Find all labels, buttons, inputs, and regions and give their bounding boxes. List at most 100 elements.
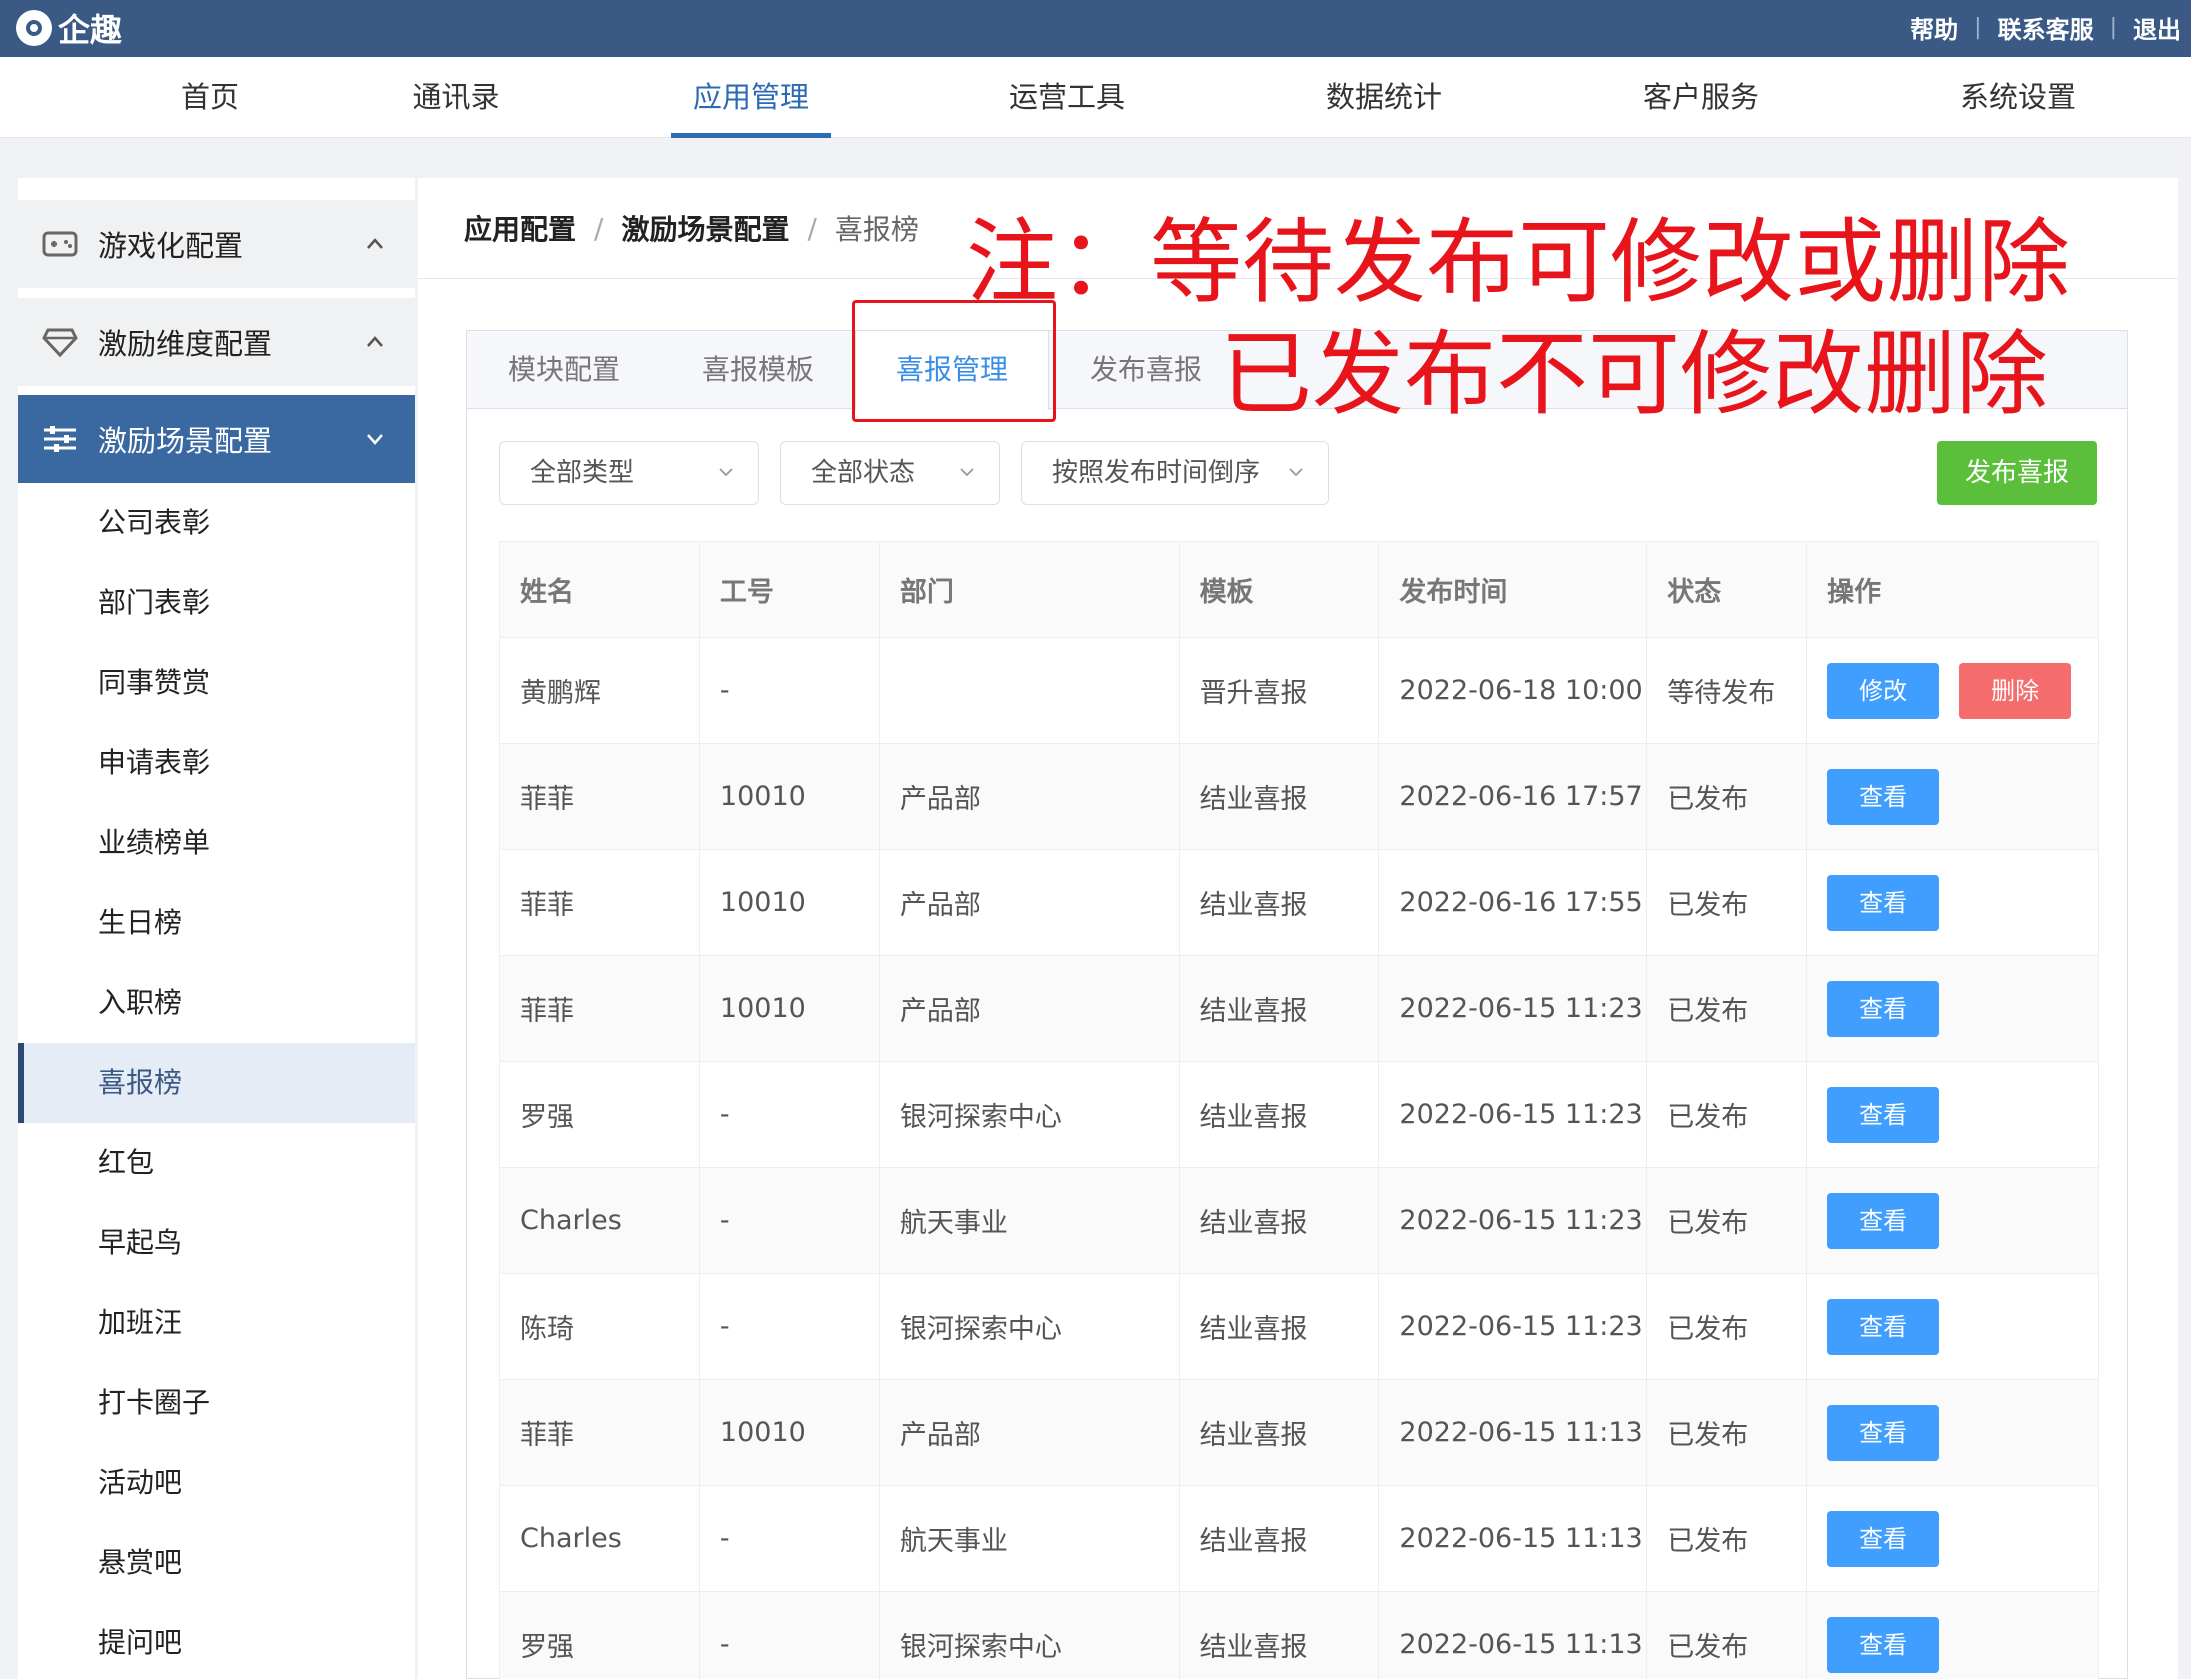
breadcrumb-app-config[interactable]: 应用配置 (464, 208, 576, 248)
cell-template: 结业喜报 (1178, 1591, 1380, 1679)
cell-department: 银河探索中心 (878, 1273, 1180, 1380)
cell-actions: 修改 删除 (1806, 637, 2099, 744)
sidebar-item-overtime[interactable]: 加班汪 (18, 1283, 415, 1363)
nav-data-statistics[interactable]: 数据统计 (1304, 57, 1464, 138)
sidebar-item-department-commendation[interactable]: 部门表彰 (18, 563, 415, 643)
view-button[interactable]: 查看 (1827, 768, 1940, 825)
sidebar-item-activities[interactable]: 活动吧 (18, 1443, 415, 1523)
sidebar-item-bounty[interactable]: 悬赏吧 (18, 1523, 415, 1603)
sidebar-item-apply-commendation[interactable]: 申请表彰 (18, 723, 415, 803)
cell-name: 菲菲 (499, 1379, 700, 1486)
table-row: 菲菲 10010 产品部 结业喜报 2022-06-16 17:57 已发布 查… (499, 743, 2099, 850)
sidebar-group-incentive-dimension[interactable]: 激励维度配置 (18, 298, 415, 386)
cell-template: 结业喜报 (1178, 1273, 1380, 1380)
chevron-down-icon (1289, 468, 1303, 477)
view-button[interactable]: 查看 (1827, 874, 1940, 931)
cell-department: 产品部 (878, 955, 1180, 1062)
nav-operation-tools[interactable]: 运营工具 (987, 57, 1147, 138)
top-links: 帮助 | 联系客服 | 退出 (1910, 10, 2181, 45)
logo-text: 企趣 (58, 11, 123, 49)
table-row: 菲菲 10010 产品部 结业喜报 2022-06-16 17:55 已发布 查… (499, 849, 2099, 956)
logout-link[interactable]: 退出 (2133, 10, 2181, 45)
cell-publish-time: 2022-06-16 17:55 (1378, 849, 1648, 956)
tab-good-news-template[interactable]: 喜报模板 (661, 331, 855, 409)
chevron-up-icon (367, 238, 383, 249)
sidebar-item-onboarding-list[interactable]: 入职榜 (18, 963, 415, 1043)
cell-status: 等待发布 (1646, 637, 1808, 744)
logo-icon (16, 10, 52, 46)
delete-button[interactable]: 删除 (1959, 662, 2072, 719)
sidebar-group-gamification[interactable]: 游戏化配置 (18, 200, 415, 288)
column-header-name: 姓名 (499, 541, 700, 638)
cell-status: 已发布 (1646, 1591, 1808, 1679)
view-button[interactable]: 查看 (1827, 1404, 1940, 1461)
cell-department: 产品部 (878, 849, 1180, 956)
breadcrumb-incentive-scene[interactable]: 激励场景配置 (621, 208, 789, 248)
sidebar-item-birthday-list[interactable]: 生日榜 (18, 883, 415, 963)
cell-template: 结业喜报 (1178, 955, 1380, 1062)
table-row: 罗强 - 银河探索中心 结业喜报 2022-06-15 11:13 已发布 查看 (499, 1591, 2099, 1679)
edit-button[interactable]: 修改 (1827, 662, 1940, 719)
sort-select[interactable]: 按照发布时间倒序 (1021, 441, 1329, 505)
nav-system-settings[interactable]: 系统设置 (1938, 57, 2098, 138)
annotation-note-line2: 已发布不可修改删除 (1220, 321, 2049, 428)
sidebar-item-peer-praise[interactable]: 同事赞赏 (18, 643, 415, 723)
view-button[interactable]: 查看 (1827, 1192, 1940, 1249)
cell-status: 已发布 (1646, 1379, 1808, 1486)
cell-template: 结业喜报 (1178, 1379, 1380, 1486)
sort-value: 按照发布时间倒序 (1052, 458, 1261, 488)
cell-department: 银河探索中心 (878, 1061, 1180, 1168)
cell-publish-time: 2022-06-18 10:00 (1378, 637, 1648, 744)
cell-department (878, 637, 1180, 744)
cell-template: 结业喜报 (1178, 1167, 1380, 1274)
cell-actions: 查看 (1806, 1273, 2099, 1380)
cell-template: 结业喜报 (1178, 743, 1380, 850)
cell-actions: 查看 (1806, 1379, 2099, 1486)
cell-template: 晋升喜报 (1178, 637, 1380, 744)
cell-status: 已发布 (1646, 1273, 1808, 1380)
table-row: 黄鹏辉 - 晋升喜报 2022-06-18 10:00 等待发布 修改 删除 (499, 637, 2099, 744)
chevron-up-icon (367, 336, 383, 347)
top-link-separator: | (1974, 15, 1982, 40)
cell-department: 航天事业 (878, 1485, 1180, 1592)
help-link[interactable]: 帮助 (1910, 10, 1958, 45)
nav-customer-service[interactable]: 客户服务 (1621, 57, 1781, 138)
view-button[interactable]: 查看 (1827, 1086, 1940, 1143)
publish-good-news-button[interactable]: 发布喜报 (1937, 441, 2097, 505)
nav-app-management[interactable]: 应用管理 (671, 57, 831, 138)
cell-actions: 查看 (1806, 1061, 2099, 1168)
cell-name: 罗强 (499, 1061, 700, 1168)
view-button[interactable]: 查看 (1827, 1510, 1940, 1567)
cell-name: 陈琦 (499, 1273, 700, 1380)
contact-support-link[interactable]: 联系客服 (1998, 10, 2094, 45)
status-filter-select[interactable]: 全部状态 (780, 441, 1000, 505)
breadcrumb-current: 喜报榜 (834, 213, 919, 246)
sidebar-item-company-commendation[interactable]: 公司表彰 (18, 483, 415, 563)
sidebar-item-red-packet[interactable]: 红包 (18, 1123, 415, 1203)
cell-publish-time: 2022-06-15 11:23 (1378, 1273, 1648, 1380)
cell-employee-id: 10010 (698, 849, 880, 956)
cell-department: 产品部 (878, 1379, 1180, 1486)
tab-module-config[interactable]: 模块配置 (467, 331, 661, 409)
view-button[interactable]: 查看 (1827, 980, 1940, 1037)
sidebar-item-check-in-circle[interactable]: 打卡圈子 (18, 1363, 415, 1443)
cell-publish-time: 2022-06-15 11:13 (1378, 1485, 1648, 1592)
cell-name: 菲菲 (499, 955, 700, 1062)
sidebar-item-good-news-list[interactable]: 喜报榜 (18, 1043, 415, 1123)
sidebar-group-incentive-scene[interactable]: 激励场景配置 (18, 395, 415, 483)
main-panel: 模块配置 喜报模板 喜报管理 发布喜报 全部类型 全部状态 按照发布时间倒序 发… (466, 330, 2128, 1679)
cell-actions: 查看 (1806, 1485, 2099, 1592)
table-row: 罗强 - 银河探索中心 结业喜报 2022-06-15 11:23 已发布 查看 (499, 1061, 2099, 1168)
cell-name: 菲菲 (499, 743, 700, 850)
view-button[interactable]: 查看 (1827, 1298, 1940, 1355)
type-filter-select[interactable]: 全部类型 (499, 441, 759, 505)
nav-home[interactable]: 首页 (150, 57, 270, 138)
tab-publish-good-news[interactable]: 发布喜报 (1049, 331, 1243, 409)
sidebar-item-questions[interactable]: 提问吧 (18, 1603, 415, 1679)
cell-employee-id: - (698, 1061, 880, 1168)
view-button[interactable]: 查看 (1827, 1616, 1940, 1673)
nav-contacts[interactable]: 通讯录 (396, 57, 516, 138)
logo[interactable]: 企趣 (16, 8, 123, 49)
sidebar-item-performance-ranking[interactable]: 业绩榜单 (18, 803, 415, 883)
sidebar-item-early-bird[interactable]: 早起鸟 (18, 1203, 415, 1283)
